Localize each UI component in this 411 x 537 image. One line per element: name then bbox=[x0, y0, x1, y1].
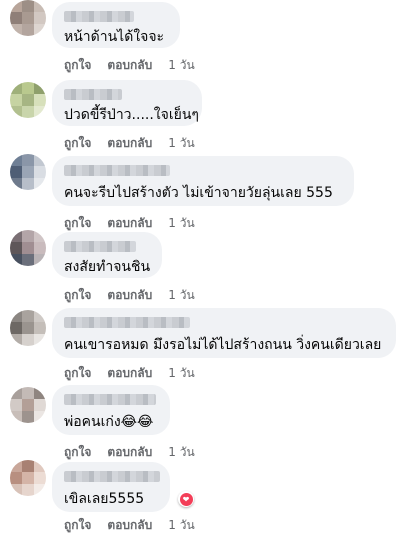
timestamp[interactable]: 1 วัน bbox=[168, 518, 194, 532]
timestamp[interactable]: 1 วัน bbox=[168, 216, 194, 230]
reply-button[interactable]: ตอบกลับ bbox=[107, 216, 152, 230]
comment-text: หน้าด้านได้ใจจะ bbox=[64, 29, 165, 45]
comment-actions: ถูกใจ ตอบกลับ 1 วัน bbox=[64, 56, 211, 75]
timestamp[interactable]: 1 วัน bbox=[168, 58, 194, 72]
like-button[interactable]: ถูกใจ bbox=[64, 288, 91, 302]
like-button[interactable]: ถูกใจ bbox=[64, 518, 91, 532]
reply-button[interactable]: ตอบกลับ bbox=[107, 58, 152, 72]
redacted-author-name[interactable] bbox=[64, 89, 122, 100]
redacted-author-name[interactable] bbox=[64, 394, 156, 405]
comment-bubble: เขิลเลย5555 bbox=[52, 462, 170, 512]
avatar[interactable] bbox=[10, 82, 46, 118]
avatar[interactable] bbox=[10, 154, 46, 190]
reply-button[interactable]: ตอบกลับ bbox=[107, 136, 152, 150]
comment-bubble: คนเขารอหมด มึงรอไม่ได้ไปสร้างถนน วิ่งคนเ… bbox=[52, 308, 396, 358]
reply-button[interactable]: ตอบกลับ bbox=[107, 518, 152, 532]
comment-actions: ถูกใจ ตอบกลับ 1 วัน bbox=[64, 516, 211, 535]
reply-button[interactable]: ตอบกลับ bbox=[107, 445, 152, 459]
comment-bubble: หน้าด้านได้ใจจะ bbox=[52, 2, 180, 48]
redacted-author-name[interactable] bbox=[64, 471, 160, 482]
avatar[interactable] bbox=[10, 230, 46, 266]
redacted-author-name[interactable] bbox=[64, 241, 136, 252]
reply-button[interactable]: ตอบกลับ bbox=[107, 366, 152, 380]
comment-text: คนจะรีบไปสร้างตัว ไม่เข้าจายวัยลุ่นเลย 5… bbox=[64, 185, 333, 201]
comment-text: ปวดขี้รีป่าว.....ใจเย็นๆ bbox=[64, 107, 199, 123]
comment-actions: ถูกใจ ตอบกลับ 1 วัน bbox=[64, 214, 211, 233]
timestamp[interactable]: 1 วัน bbox=[168, 366, 194, 380]
comment-bubble: ปวดขี้รีป่าว.....ใจเย็นๆ bbox=[52, 80, 202, 126]
like-button[interactable]: ถูกใจ bbox=[64, 445, 91, 459]
avatar[interactable] bbox=[10, 310, 46, 346]
comment-bubble: สงสัยทำจนชิน bbox=[52, 232, 162, 278]
avatar[interactable] bbox=[10, 0, 46, 36]
reply-button[interactable]: ตอบกลับ bbox=[107, 288, 152, 302]
like-button[interactable]: ถูกใจ bbox=[64, 216, 91, 230]
like-button[interactable]: ถูกใจ bbox=[64, 136, 91, 150]
comment-bubble: พ่อคนเก่ง😂😂 bbox=[52, 385, 170, 435]
comment-actions: ถูกใจ ตอบกลับ 1 วัน bbox=[64, 364, 211, 383]
comment-text: พ่อคนเก่ง😂😂 bbox=[64, 414, 154, 430]
timestamp[interactable]: 1 วัน bbox=[168, 445, 194, 459]
comment-actions: ถูกใจ ตอบกลับ 1 วัน bbox=[64, 134, 211, 153]
comment-bubble: คนจะรีบไปสร้างตัว ไม่เข้าจายวัยลุ่นเลย 5… bbox=[52, 156, 354, 206]
avatar[interactable] bbox=[10, 460, 46, 496]
like-button[interactable]: ถูกใจ bbox=[64, 58, 91, 72]
comment-actions: ถูกใจ ตอบกลับ 1 วัน bbox=[64, 286, 211, 305]
comment-text: คนเขารอหมด มึงรอไม่ได้ไปสร้างถนน วิ่งคนเ… bbox=[64, 337, 382, 353]
comment-text: สงสัยทำจนชิน bbox=[64, 259, 151, 275]
redacted-author-name[interactable] bbox=[64, 317, 190, 328]
comment-text: เขิลเลย5555 bbox=[64, 491, 145, 507]
timestamp[interactable]: 1 วัน bbox=[168, 288, 194, 302]
like-button[interactable]: ถูกใจ bbox=[64, 366, 91, 380]
timestamp[interactable]: 1 วัน bbox=[168, 136, 194, 150]
heart-reaction-icon[interactable]: ❤ bbox=[178, 491, 194, 507]
redacted-author-name[interactable] bbox=[64, 11, 134, 22]
redacted-author-name[interactable] bbox=[64, 165, 170, 176]
avatar[interactable] bbox=[10, 387, 46, 423]
comment-actions: ถูกใจ ตอบกลับ 1 วัน bbox=[64, 443, 211, 462]
